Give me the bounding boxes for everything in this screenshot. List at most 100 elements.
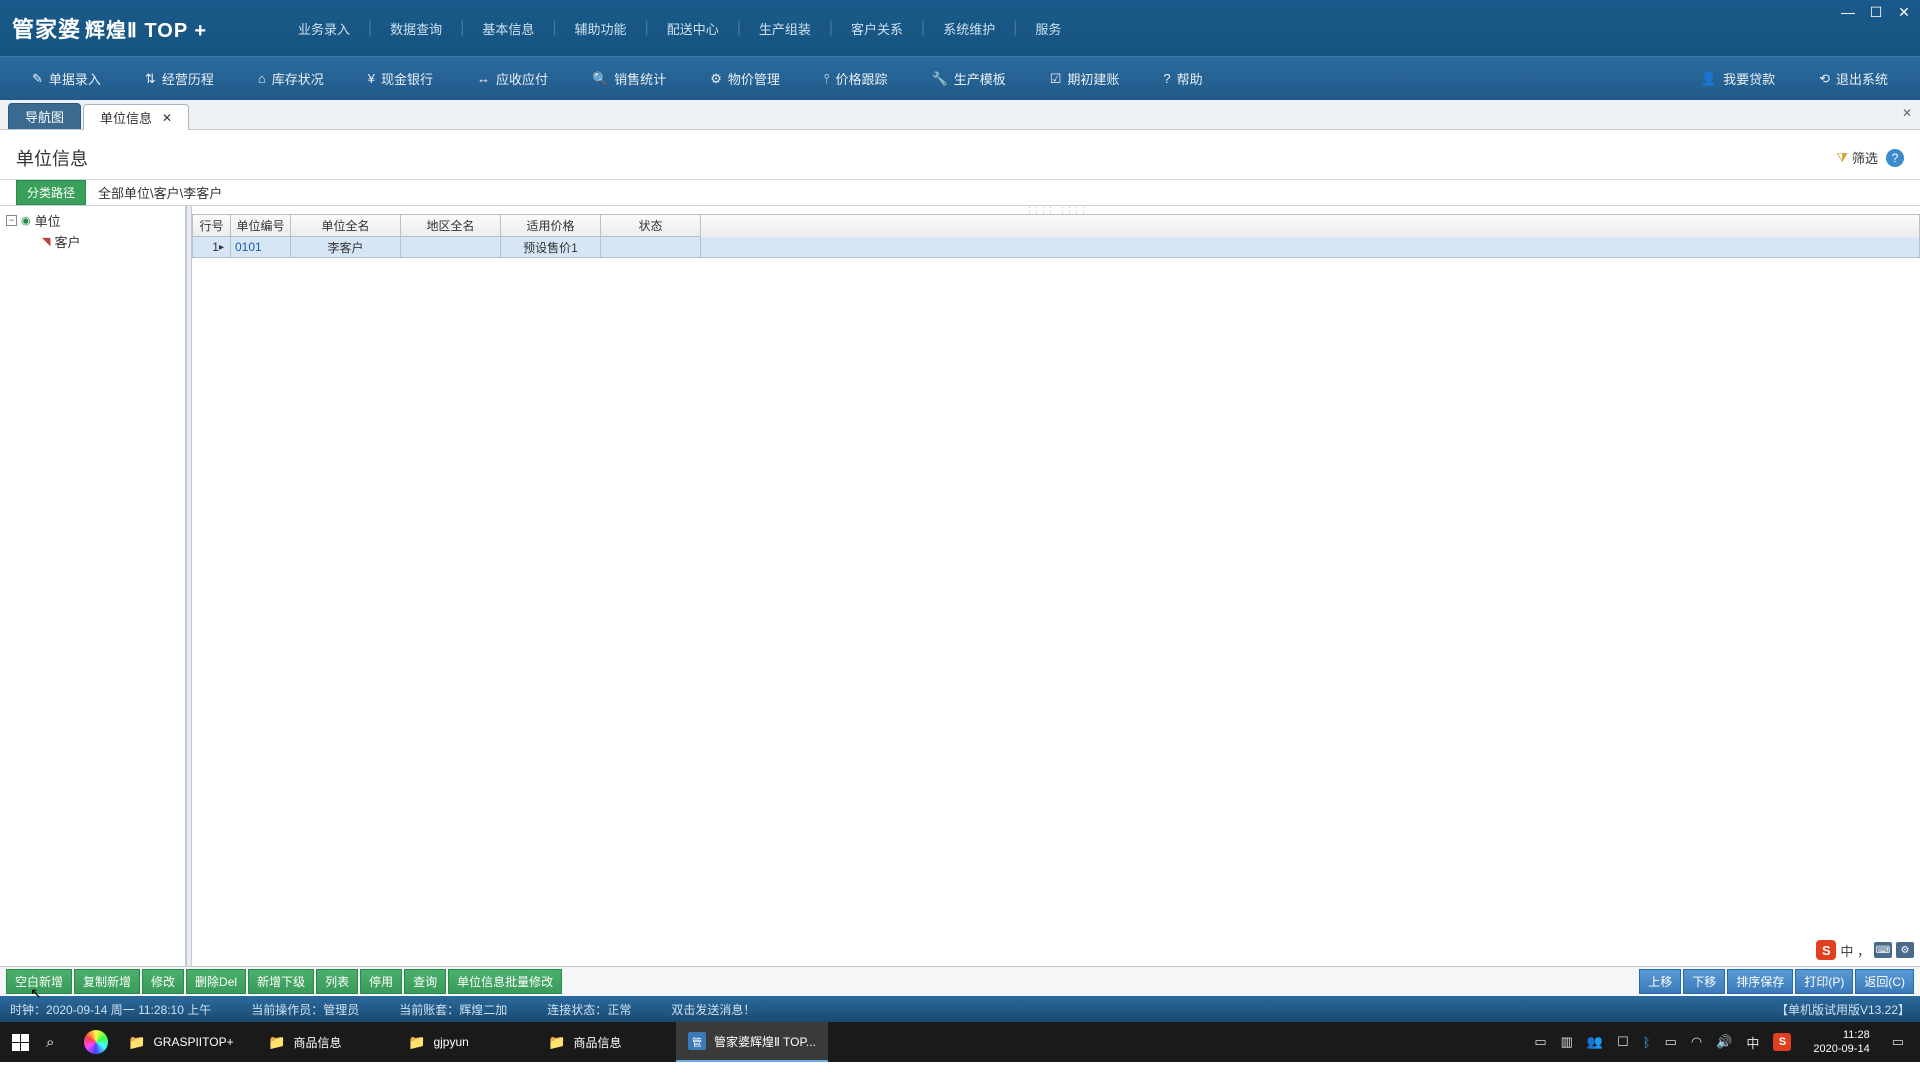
btn-new-child[interactable]: 新增下级 <box>248 969 314 994</box>
wifi-icon[interactable]: ◠ <box>1691 1034 1702 1050</box>
tray-book-icon[interactable]: ▥ <box>1561 1034 1573 1050</box>
col-price[interactable]: 适用价格 <box>501 215 601 237</box>
battery-icon[interactable]: ▭ <box>1665 1034 1677 1050</box>
data-grid: 行号 单位编号 单位全名 地区全名 适用价格 状态 1▸ 0101 李客户 预设… <box>192 214 1920 258</box>
tab-unit-info[interactable]: 单位信息 ✕ <box>83 104 189 130</box>
help-button[interactable]: ? <box>1886 149 1904 167</box>
taskbar-folder-2[interactable]: 📁商品信息 <box>256 1022 396 1062</box>
taskbar-search[interactable]: ⌕ <box>46 1034 70 1051</box>
taskbar-folder-1[interactable]: 📁GRASPIITOP+ <box>116 1022 256 1062</box>
btn-move-down[interactable]: 下移 <box>1683 969 1725 994</box>
menu-delivery[interactable]: 配送中心 <box>649 15 737 42</box>
tool-help[interactable]: ?帮助 <box>1141 63 1224 94</box>
filter-button[interactable]: ⧩ 筛选 <box>1836 148 1878 167</box>
status-account: 当前账套：辉煌二加 <box>399 1001 507 1018</box>
sogou-tray-icon[interactable]: S <box>1773 1033 1791 1051</box>
cell-region <box>401 237 501 257</box>
tab-bar: 导航图 单位信息 ✕ ✕ <box>0 100 1920 130</box>
status-time: 时钟：2020-09-14 周一 11:28:10 上午 <box>10 1001 211 1018</box>
status-operator: 当前操作员：管理员 <box>251 1001 359 1018</box>
tab-nav-map[interactable]: 导航图 <box>8 103 81 129</box>
notifications-icon[interactable]: ▭ <box>1892 1034 1904 1050</box>
tool-prod-template[interactable]: 🔧生产模板 <box>910 63 1028 94</box>
status-hint[interactable]: 双击发送消息！ <box>671 1001 755 1018</box>
btn-edit[interactable]: 修改 <box>142 969 184 994</box>
cell-status <box>601 237 701 257</box>
col-unit-code[interactable]: 单位编号 <box>231 215 291 237</box>
tree-collapse-icon[interactable]: − <box>6 215 17 226</box>
arrows-icon: ↔ <box>477 71 490 86</box>
folder-icon: 📁 <box>408 1034 425 1051</box>
menu-system[interactable]: 系统维护 <box>925 15 1013 42</box>
menu-service[interactable]: 服务 <box>1017 15 1079 42</box>
exit-icon: ⟲ <box>1819 71 1830 87</box>
cell-price: 预设售价1 <box>501 237 601 257</box>
cell-name: 李客户 <box>291 237 401 257</box>
tool-price-mgmt[interactable]: ⚙物价管理 <box>688 63 802 94</box>
taskbar-app-active[interactable]: 管管家婆辉煌Ⅱ TOP... <box>676 1022 828 1062</box>
table-row[interactable]: 1▸ 0101 李客户 预设售价1 <box>193 237 1919 257</box>
tool-stock[interactable]: ⌂库存状况 <box>236 63 346 94</box>
chart-icon: ⫯ <box>824 71 830 87</box>
yen-icon: ¥ <box>368 71 375 86</box>
tool-bill-entry[interactable]: ✎单据录入 <box>10 63 123 94</box>
btn-delete[interactable]: 删除Del <box>186 969 246 994</box>
tray-up-icon[interactable]: ▭ <box>1534 1034 1546 1050</box>
taskbar-folder-3[interactable]: 📁gjpyun <box>396 1022 536 1062</box>
ime-tray-icon[interactable]: 中 <box>1746 1033 1759 1052</box>
grid-drag-handle[interactable]: ⋮⋮⋮⋮ ⋮⋮⋮⋮ <box>192 206 1920 214</box>
btn-search[interactable]: 查询 <box>404 969 446 994</box>
tool-opening[interactable]: ☑期初建账 <box>1028 63 1142 94</box>
tab-close-icon[interactable]: ✕ <box>162 111 172 125</box>
title-bar: 管家婆 辉煌Ⅱ TOP + 业务录入| 数据查询| 基本信息| 辅助功能| 配送… <box>0 0 1920 56</box>
menu-basic-info[interactable]: 基本信息 <box>464 15 552 42</box>
wrench-icon: 🔧 <box>932 71 948 87</box>
btn-disable[interactable]: 停用 <box>360 969 402 994</box>
col-status[interactable]: 状态 <box>601 215 701 237</box>
menu-data-query[interactable]: 数据查询 <box>372 15 460 42</box>
tool-cash[interactable]: ¥现金银行 <box>346 63 455 94</box>
btn-list[interactable]: 列表 <box>316 969 358 994</box>
tool-history[interactable]: ⇅经营历程 <box>123 63 236 94</box>
tabs-close-all-icon[interactable]: ✕ <box>1902 106 1912 120</box>
volume-icon[interactable]: 🔊 <box>1716 1034 1732 1050</box>
menu-aux[interactable]: 辅助功能 <box>557 15 645 42</box>
cortana-icon[interactable] <box>84 1030 108 1054</box>
bluetooth-icon[interactable]: ᛒ <box>1643 1035 1651 1050</box>
tool-price-track[interactable]: ⫯价格跟踪 <box>802 63 910 94</box>
btn-return[interactable]: 返回(C) <box>1855 969 1914 994</box>
tree-child-customer[interactable]: ◥ 客户 <box>6 231 179 252</box>
tool-loan[interactable]: 👤我要贷款 <box>1679 63 1797 94</box>
btn-print[interactable]: 打印(P) <box>1795 969 1853 994</box>
btn-copy-new[interactable]: 复制新增 <box>74 969 140 994</box>
tree-root[interactable]: − ◉ 单位 <box>6 210 179 231</box>
ime-indicator[interactable]: S 中 ， ⌨ ⚙ <box>1816 940 1914 960</box>
tray-shield-icon[interactable]: ☐ <box>1617 1034 1629 1050</box>
minimize-button[interactable]: — <box>1840 4 1856 20</box>
tool-exit[interactable]: ⟲退出系统 <box>1797 63 1910 94</box>
start-button[interactable] <box>8 1030 32 1054</box>
col-region[interactable]: 地区全名 <box>401 215 501 237</box>
check-icon: ☑ <box>1050 71 1062 87</box>
btn-blank-new[interactable]: 空白新增 <box>6 969 72 994</box>
tray-people-icon[interactable]: 👥 <box>1587 1034 1603 1050</box>
circle-icon: ◉ <box>21 214 31 227</box>
close-button[interactable]: ✕ <box>1896 4 1912 20</box>
taskbar-folder-4[interactable]: 📁商品信息 <box>536 1022 676 1062</box>
maximize-button[interactable]: ☐ <box>1868 4 1884 20</box>
tool-arap[interactable]: ↔应收应付 <box>455 63 570 94</box>
path-category-button[interactable]: 分类路径 <box>16 180 86 205</box>
menu-biz-entry[interactable]: 业务录入 <box>280 15 368 42</box>
tray-clock[interactable]: 11:28 2020-09-14 <box>1805 1028 1877 1057</box>
status-connection: 连接状态：正常 <box>547 1001 631 1018</box>
grid-panel: ⋮⋮⋮⋮ ⋮⋮⋮⋮ 行号 单位编号 单位全名 地区全名 适用价格 状态 1▸ 0… <box>192 206 1920 966</box>
btn-move-up[interactable]: 上移 <box>1639 969 1681 994</box>
btn-save-order[interactable]: 排序保存 <box>1727 969 1793 994</box>
tool-sales-stats[interactable]: 🔍销售统计 <box>570 63 688 94</box>
menu-crm[interactable]: 客户关系 <box>833 15 921 42</box>
col-rownum[interactable]: 行号 <box>193 215 231 237</box>
main-menu: 业务录入| 数据查询| 基本信息| 辅助功能| 配送中心| 生产组装| 客户关系… <box>280 0 1079 56</box>
col-unit-name[interactable]: 单位全名 <box>291 215 401 237</box>
menu-production[interactable]: 生产组装 <box>741 15 829 42</box>
btn-batch-edit[interactable]: 单位信息批量修改 <box>448 969 562 994</box>
